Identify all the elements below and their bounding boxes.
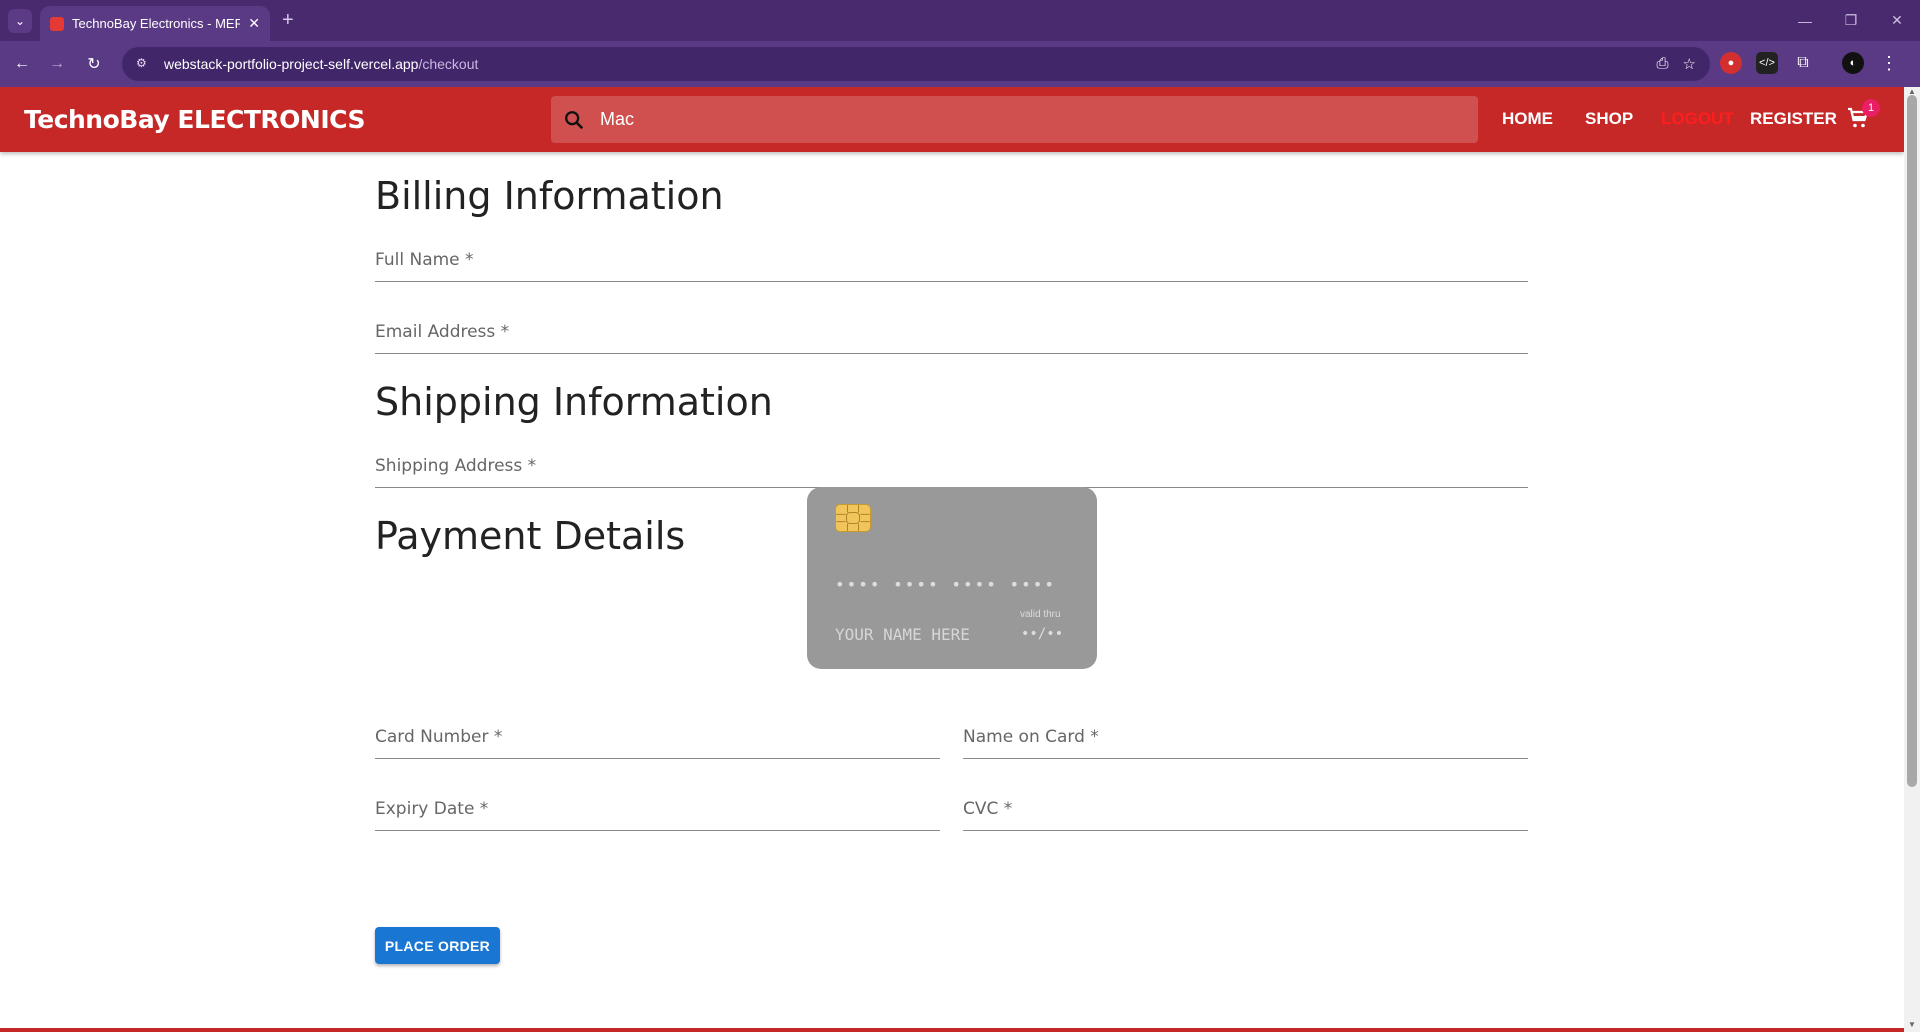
site-header: TechnoBay ELECTRONICS HOME SHOP LOGOUT R… [0,87,1904,152]
browser-toolbar: ← → ↻ ⚙ webstack-portfolio-project-self.… [0,41,1920,87]
restore-icon[interactable]: ❐ [1828,0,1874,41]
bookmark-star-icon[interactable]: ☆ [1683,55,1696,73]
forward-icon[interactable]: → [45,52,69,76]
tab-search-chevron-icon[interactable]: ⌄ [8,9,32,33]
full-name-field[interactable]: Full Name * [375,242,1528,282]
payment-heading: Payment Details [375,514,686,558]
email-label: Email Address * [375,322,510,342]
card-chip-icon [835,504,871,532]
browser-menu-icon[interactable]: ⋮ [1878,52,1900,74]
email-field[interactable]: Email Address * [375,314,1528,354]
shipping-address-label: Shipping Address * [375,456,537,476]
shipping-address-field[interactable]: Shipping Address * [375,448,1528,488]
tab-title: TechnoBay Electronics - MERN I [72,16,241,31]
back-icon[interactable]: ← [10,52,34,76]
new-tab-icon[interactable]: + [282,9,294,32]
cart-count-badge: 1 [1862,99,1880,117]
scroll-down-icon[interactable]: ▼ [1907,1020,1917,1030]
site-info-icon[interactable]: ⚙ [136,56,152,72]
card-name-preview: YOUR NAME HERE [835,625,970,644]
expiry-date-field[interactable]: Expiry Date * [375,791,940,831]
card-number-field[interactable]: Card Number * [375,719,940,759]
tab-close-icon[interactable]: ✕ [248,15,260,32]
nav-register-link[interactable]: REGISTER [1750,109,1837,129]
reload-icon[interactable]: ↻ [82,52,106,76]
search-bar[interactable] [551,96,1478,143]
extension-red-icon[interactable]: ● [1720,52,1742,74]
browser-tab-bar: ⌄ TechnoBay Electronics - MERN I ✕ + — ❐… [0,0,1920,41]
install-app-icon[interactable]: ⎙ [1657,55,1669,73]
minimize-icon[interactable]: — [1782,0,1828,41]
card-valid-label: valid thru [1020,609,1061,620]
window-controls: — ❐ ✕ [1782,0,1920,41]
extensions-puzzle-icon[interactable]: ⧉ [1792,52,1814,74]
checkout-page: TechnoBay ELECTRONICS HOME SHOP LOGOUT R… [0,87,1904,1032]
footer-edge [0,1028,1904,1032]
place-order-button[interactable]: PLACE ORDER [375,927,500,964]
extension-code-icon[interactable]: </> [1756,52,1778,74]
billing-heading: Billing Information [375,174,724,218]
address-bar[interactable]: ⚙ webstack-portfolio-project-self.vercel… [122,47,1710,81]
full-name-label: Full Name * [375,250,474,270]
card-number-label: Card Number * [375,727,503,747]
scrollbar-thumb[interactable] [1907,95,1917,787]
nav-home-link[interactable]: HOME [1502,109,1553,129]
card-number-preview: •••• •••• •••• •••• [835,575,1057,594]
cvc-field[interactable]: CVC * [963,791,1528,831]
expiry-date-label: Expiry Date * [375,799,489,819]
nav-logout-link[interactable]: LOGOUT [1661,109,1734,129]
url-path: /checkout [418,56,479,72]
site-favicon-icon [50,16,64,31]
search-input[interactable] [600,109,1200,130]
shipping-heading: Shipping Information [375,380,773,424]
name-on-card-field[interactable]: Name on Card * [963,719,1528,759]
close-window-icon[interactable]: ✕ [1874,0,1920,41]
nav-shop-link[interactable]: SHOP [1585,109,1633,129]
name-on-card-label: Name on Card * [963,727,1099,747]
search-icon [565,110,584,129]
card-expiry-preview: ••/•• [1021,626,1064,642]
site-logo[interactable]: TechnoBay ELECTRONICS [24,105,365,134]
url-host: webstack-portfolio-project-self.vercel.a… [164,56,419,72]
card-preview: •••• •••• •••• •••• YOUR NAME HERE valid… [807,487,1097,669]
page-scrollbar[interactable]: ▲ ▼ [1904,87,1920,1032]
browser-tab[interactable]: TechnoBay Electronics - MERN I ✕ [40,6,270,41]
profile-avatar-icon[interactable]: ◐ [1842,52,1864,74]
cvc-label: CVC * [963,799,1013,819]
